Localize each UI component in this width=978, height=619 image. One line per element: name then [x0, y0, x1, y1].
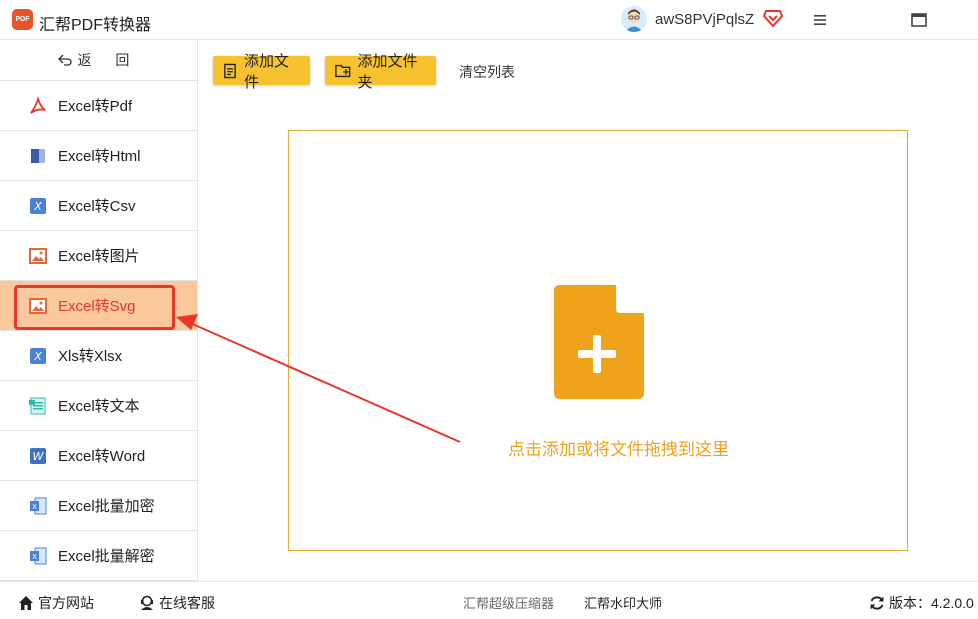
- sidebar-item-excel-to-pdf[interactable]: Excel转Pdf: [0, 81, 197, 131]
- back-button[interactable]: 返 回: [0, 40, 197, 81]
- back-label: 返 回: [77, 52, 140, 68]
- sidebar-item-label: Excel转文本: [58, 398, 140, 415]
- svg-text:X: X: [33, 200, 42, 213]
- annotation-arrow: [176, 314, 461, 443]
- sidebar-item-label: Excel转Csv: [58, 198, 136, 215]
- text-icon: [28, 396, 48, 416]
- website-label: 官方网站: [38, 595, 94, 611]
- menu-icon[interactable]: [812, 12, 828, 28]
- version-info[interactable]: 版本： 4.2.0.0: [869, 593, 974, 613]
- footer: 官方网站 在线客服 汇帮超级压缩器 汇帮水印大师 版本： 4.2.0.0: [0, 581, 978, 619]
- sidebar-item-label: Excel转Html: [58, 148, 141, 165]
- html-icon: [28, 146, 48, 166]
- app-logo: PDF: [12, 9, 33, 30]
- back-arrow-icon: [57, 54, 72, 66]
- sidebar-item-excel-to-word[interactable]: W Excel转Word: [0, 431, 197, 481]
- excel-icon: X: [28, 496, 48, 516]
- svg-text:W: W: [33, 450, 45, 463]
- sidebar-item-label: Excel转图片: [58, 248, 140, 265]
- annotation-highlight-box: [14, 285, 175, 330]
- sidebar-item-excel-to-image[interactable]: Excel转图片: [0, 231, 197, 281]
- sidebar-item-label: Excel批量解密: [58, 548, 155, 565]
- svg-text:X: X: [33, 350, 42, 363]
- sidebar-item-xls-to-xlsx[interactable]: X Xls转Xlsx: [0, 331, 197, 381]
- excel-icon: X: [28, 546, 48, 566]
- username[interactable]: awS8PVjPqlsZ: [655, 11, 754, 28]
- xlsx-icon: X: [28, 346, 48, 366]
- vip-diamond-icon[interactable]: [762, 9, 784, 28]
- csv-icon: X: [28, 196, 48, 216]
- sidebar-item-excel-to-html[interactable]: Excel转Html: [0, 131, 197, 181]
- watermark-link[interactable]: 汇帮水印大师: [584, 593, 662, 612]
- sidebar-item-excel-to-text[interactable]: Excel转文本: [0, 381, 197, 431]
- sidebar-item-excel-batch-decrypt[interactable]: X Excel批量解密: [0, 531, 197, 581]
- title-bar: PDF 汇帮PDF转换器 awS8PVjPqlsZ: [0, 0, 978, 40]
- user-avatar[interactable]: [621, 6, 647, 32]
- add-file-button[interactable]: 添加文件: [213, 53, 310, 91]
- home-icon: [19, 596, 33, 610]
- add-file-label: 添加文件: [243, 52, 289, 91]
- word-icon: W: [28, 446, 48, 466]
- clear-list-button[interactable]: 清空列表: [459, 62, 515, 82]
- add-folder-icon: [335, 64, 351, 77]
- svg-text:X: X: [32, 553, 37, 561]
- support-label: 在线客服: [159, 595, 215, 611]
- image-icon: [28, 246, 48, 266]
- add-file-icon: [224, 63, 236, 78]
- add-folder-button[interactable]: 添加文件夹: [325, 53, 436, 91]
- svg-text:X: X: [32, 503, 37, 511]
- sidebar-item-excel-to-csv[interactable]: X Excel转Csv: [0, 181, 197, 231]
- version-label: 版本：: [889, 595, 931, 611]
- support-icon: [141, 595, 153, 610]
- official-website-link[interactable]: 官方网站: [18, 593, 94, 613]
- refresh-icon: [870, 596, 884, 610]
- sidebar-item-label: Excel批量加密: [58, 498, 155, 515]
- online-support-link[interactable]: 在线客服: [139, 593, 215, 613]
- compressor-link[interactable]: 汇帮超级压缩器: [463, 593, 554, 612]
- add-file-large-icon[interactable]: [554, 285, 644, 399]
- pdf-icon: [28, 95, 48, 116]
- sidebar-item-label: Xls转Xlsx: [58, 348, 123, 365]
- sidebar-item-label: Excel转Pdf: [58, 98, 133, 115]
- sidebar-item-label: Excel转Word: [58, 448, 146, 465]
- app-title: 汇帮PDF转换器: [39, 17, 152, 34]
- maximize-icon[interactable]: [910, 12, 928, 28]
- add-folder-label: 添加文件夹: [357, 52, 418, 91]
- sidebar-item-excel-batch-encrypt[interactable]: X Excel批量加密: [0, 481, 197, 531]
- version-number: 4.2.0.0: [931, 595, 974, 611]
